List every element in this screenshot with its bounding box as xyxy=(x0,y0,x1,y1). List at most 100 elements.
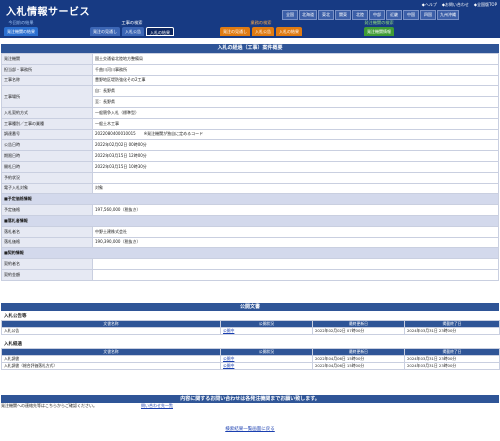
column-header: 公開状況 xyxy=(220,320,313,328)
column-header: 文書名称 xyxy=(1,348,221,356)
document-updated: 2022年04月06日 15時00分 xyxy=(312,355,405,363)
notice-docs-title: 入札公告等 xyxy=(4,314,27,319)
field-label: 予定価格 xyxy=(1,204,93,216)
nav-agency: 発注機関の検索 発注機関情報 xyxy=(364,19,394,36)
region-tab[interactable]: 関東 xyxy=(335,10,351,20)
help-link[interactable]: ◆ヘルプ xyxy=(422,2,437,8)
back-link-wrap: 検索結果一覧画面に戻る xyxy=(0,426,500,432)
table-row: 入札契約方式 一般競争入札（標準型） xyxy=(1,106,499,119)
field-label: 開札日時 xyxy=(1,160,93,173)
region-tab[interactable]: 東北 xyxy=(318,10,334,20)
column-header: 公開状況 xyxy=(220,348,313,356)
field-value: 2022080400010015 ※発注機関が独自に定めるコード xyxy=(92,128,499,141)
tab-service-results[interactable]: 入札の結果 xyxy=(276,27,302,36)
field-label: 発注機関 xyxy=(1,53,93,65)
field-value: 2022年03月15日 12時00分 xyxy=(92,150,499,162)
field-value: 197,560,000（税抜き） xyxy=(92,204,499,216)
tab-construction-notice[interactable]: 入札公告 xyxy=(122,27,144,36)
column-header: 掲載終了日 xyxy=(404,320,500,328)
field-label: 落札者名 xyxy=(1,225,93,238)
table-row: 入札調書 公開中 2022年04月06日 15時00分 2024年03月31日 … xyxy=(1,355,500,363)
document-end-date: 2024年03月31日 23時00分 xyxy=(404,327,500,335)
document-name: 入札調書 xyxy=(1,355,221,363)
table-row: 予定価格 197,560,000（税抜き） xyxy=(1,204,499,216)
field-value: 至：長野県 xyxy=(92,96,499,108)
column-header: 掲載終了日 xyxy=(404,348,500,356)
contact-link[interactable]: ◆お問い合わせ xyxy=(442,2,469,8)
notice-docs-table: 文書名称 公開状況 最終更新日 掲載終了日 入札公告 公開中 2022年02月0… xyxy=(1,320,500,335)
nav-heading: 工事の検索 xyxy=(121,20,143,25)
tab-service-notice[interactable]: 入札公告 xyxy=(252,27,274,36)
table-row: 工事名称 豊野地区堤防強化その2工事 xyxy=(1,74,499,87)
nav-heading: 発注機関の検索 xyxy=(364,20,394,25)
field-value: 千曲川河川事務所 xyxy=(92,63,499,76)
tab-service-outlook[interactable]: 発注の見通し xyxy=(220,27,250,36)
field-value xyxy=(92,171,499,184)
table-row: 落札価格 190,390,000（税抜き） xyxy=(1,236,499,249)
region-tab[interactable]: 四国 xyxy=(420,10,436,20)
document-name: 入札公告 xyxy=(1,327,221,335)
field-label: 工事種別／工事の業種 xyxy=(1,117,93,130)
document-status-link[interactable]: 公開中 xyxy=(223,329,234,334)
region-tab[interactable]: 中国 xyxy=(403,10,419,20)
field-value: 豊野地区堤防強化その2工事 xyxy=(92,74,499,87)
table-row: 工事種別／工事の業種 一般土木工事 xyxy=(1,117,499,130)
document-status-link[interactable]: 公開中 xyxy=(223,364,234,369)
nav-heading: 今回前の結果 xyxy=(8,20,34,25)
field-value: 2022年02月02日 00時00分 xyxy=(92,139,499,152)
nav-construction: 工事の検索 発注の見通し 入札公告 入札の結果 xyxy=(90,19,174,36)
nav-services: 業務の検索 発注の見通し 入札公告 入札の結果 xyxy=(220,19,302,36)
tab-construction-results[interactable]: 入札の結果 xyxy=(146,27,174,36)
contact-section-title: 内容に関するお問い合わせは各発注機関までお願い致します。 xyxy=(1,395,499,403)
document-end-date: 2024年03月31日 23時00分 xyxy=(404,362,500,370)
document-end-date: 2024年03月31日 23時00分 xyxy=(404,355,500,363)
estimate-subsection-header: ■予定価格情報 xyxy=(1,193,499,206)
tab-construction-outlook[interactable]: 発注の見通し xyxy=(90,27,120,36)
field-value: 中野土建株式会社 xyxy=(92,225,499,238)
column-header: 最終更新日 xyxy=(312,320,405,328)
subsection-row: ■予定価格情報 xyxy=(1,193,499,206)
subsection-row: ■落札者情報 xyxy=(1,214,499,227)
field-label: 落札価格 xyxy=(1,236,93,249)
detail-section-title: 入札の経過（工事）案件概要 xyxy=(1,44,499,53)
field-label: 担当部・事務所 xyxy=(1,63,93,76)
tab-agency-info[interactable]: 発注機関情報 xyxy=(364,27,394,36)
field-value: 対象 xyxy=(92,182,499,195)
field-label: 公告日時 xyxy=(1,139,93,152)
contact-list-link[interactable]: 問い合わせ先一覧 xyxy=(141,403,173,409)
field-value: 190,390,000（税抜き） xyxy=(92,236,499,249)
back-to-results-link[interactable]: 検索結果一覧画面に戻る xyxy=(225,427,275,432)
national-top-link[interactable]: ◆全国版TOP xyxy=(474,2,497,8)
contact-text: 発注機関への連絡先等はこちらからご確認ください。 xyxy=(1,403,97,408)
detail-table: 発注機関 国土交通省北陸地方整備局 担当部・事務所 千曲川河川事務所 工事名称 豊野地… xyxy=(1,53,499,281)
table-row: 契約金額 xyxy=(1,268,499,281)
field-label: 工事名称 xyxy=(1,74,93,87)
table-row: 契約者名 xyxy=(1,258,499,270)
field-label: 予約状況 xyxy=(1,171,93,184)
field-value: 国土交通省北陸地方整備局 xyxy=(92,53,499,65)
table-row: 担当部・事務所 千曲川河川事務所 xyxy=(1,63,499,76)
tab-agency-results[interactable]: 発注機関の結果 xyxy=(4,27,38,36)
region-tab[interactable]: 九州沖縄 xyxy=(437,10,459,20)
field-value xyxy=(92,268,499,281)
field-value: 一般競争入札（標準型） xyxy=(92,106,499,119)
result-docs-table: 文書名称 公開状況 最終更新日 掲載終了日 入札調書 公開中 2022年04月0… xyxy=(1,348,500,370)
document-status-link[interactable]: 公開中 xyxy=(223,357,234,362)
table-row: 開札日時 2022年03月15日 10時30分 xyxy=(1,160,499,173)
table-row: 調達番号 2022080400010015 ※発注機関が独自に定めるコード xyxy=(1,128,499,141)
site-title: 入札情報サービス xyxy=(6,7,90,18)
document-updated: 2022年02月02日 07時00分 xyxy=(312,327,405,335)
table-row: 期限日時 2022年03月15日 12時00分 xyxy=(1,150,499,162)
field-label: 電子入札対象 xyxy=(1,182,93,195)
result-docs-title: 入札経過 xyxy=(4,342,22,347)
field-value: 一般土木工事 xyxy=(92,117,499,130)
field-label: 契約者名 xyxy=(1,258,93,270)
table-row: 公告日時 2022年02月02日 00時00分 xyxy=(1,139,499,152)
document-name: 入札調書（総合評価落札方式） xyxy=(1,362,221,370)
field-label: 契約金額 xyxy=(1,268,93,281)
public-docs-title: 公開文書 xyxy=(1,303,499,311)
table-row: 予約状況 xyxy=(1,171,499,184)
field-label: 入札契約方式 xyxy=(1,106,93,119)
column-header: 文書名称 xyxy=(1,320,221,328)
field-value: 自：長野県 xyxy=(92,85,499,98)
